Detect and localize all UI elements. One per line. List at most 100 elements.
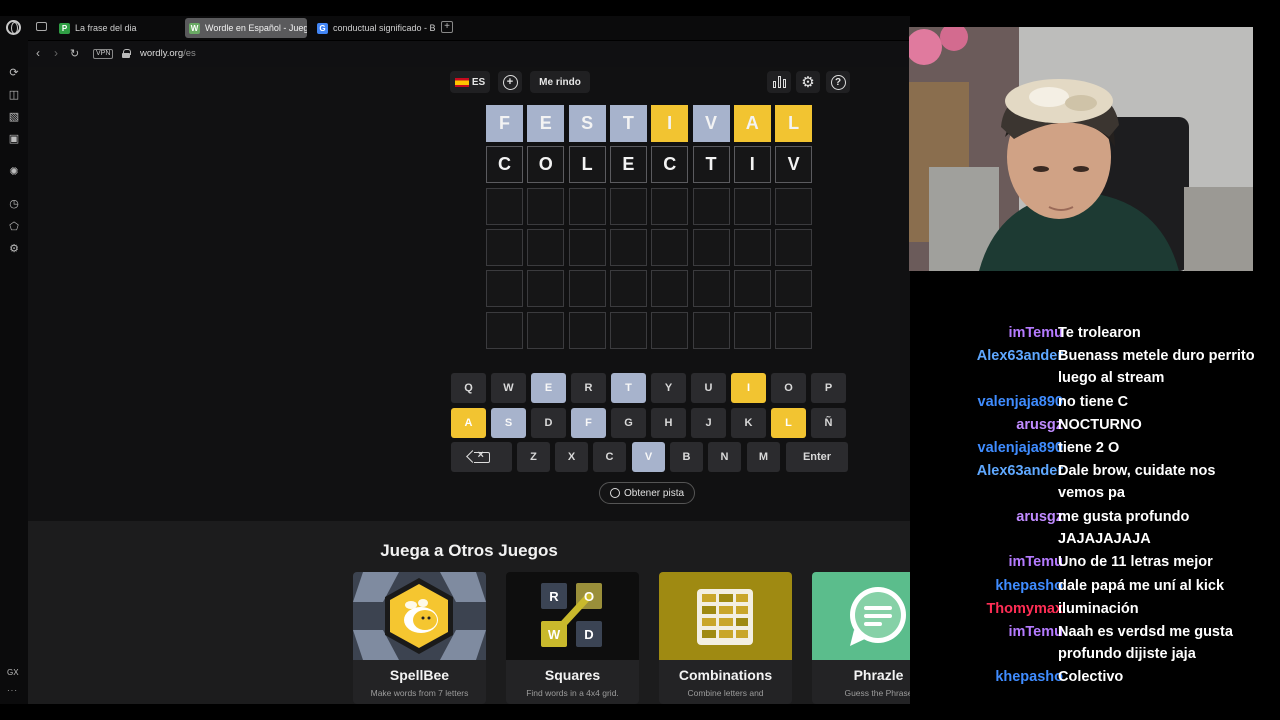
chat-username[interactable]: arusgz	[1016, 506, 1063, 528]
key-z[interactable]: Z	[517, 442, 550, 472]
key-t[interactable]: T	[611, 373, 646, 403]
key-i[interactable]: I	[731, 373, 766, 403]
chat-username[interactable]: khepasho	[995, 575, 1063, 597]
key-l[interactable]: L	[771, 408, 806, 438]
url-field[interactable]: wordly.org/es	[140, 48, 196, 59]
key-y[interactable]: Y	[651, 373, 686, 403]
key-b[interactable]: B	[670, 442, 703, 472]
squares-letter: R	[549, 589, 559, 604]
key-c[interactable]: C	[593, 442, 626, 472]
key-ñ[interactable]: Ñ	[811, 408, 846, 438]
enter-key[interactable]: Enter	[786, 442, 848, 472]
language-selector[interactable]: ES	[450, 71, 490, 93]
key-x[interactable]: X	[555, 442, 588, 472]
opera-gx-logo-icon[interactable]	[6, 20, 21, 35]
key-q[interactable]: Q	[451, 373, 486, 403]
chat-username[interactable]: khepasho	[995, 666, 1063, 688]
chat-username[interactable]: Alex63ander	[977, 460, 1063, 482]
give-up-button[interactable]: Me rindo	[530, 71, 590, 93]
webcam-feed	[909, 27, 1253, 271]
game-card-desc: Combine letters and	[687, 688, 764, 698]
board-tile: L	[775, 105, 813, 142]
settings-icon: ⚙	[801, 74, 815, 91]
back-icon[interactable]: ‹	[36, 46, 40, 60]
game-card-spellbee[interactable]: SpellBee Make words from 7 letters	[353, 572, 486, 704]
forward-icon[interactable]: ›	[54, 46, 58, 60]
key-m[interactable]: M	[747, 442, 780, 472]
add-game-button[interactable]: +	[498, 71, 522, 93]
key-h[interactable]: H	[651, 408, 686, 438]
bag-icon[interactable]: ◫	[8, 89, 20, 101]
twitch-icon[interactable]: ▧	[8, 111, 20, 123]
chat-text: tiene 2 O	[1058, 440, 1120, 457]
chat-text: Naah es verdsd me gusta profundo dijiste…	[1058, 623, 1233, 662]
reload-icon[interactable]: ↻	[70, 47, 79, 60]
hint-label: Obtener pista	[624, 487, 685, 499]
key-s[interactable]: S	[491, 408, 526, 438]
key-u[interactable]: U	[691, 373, 726, 403]
key-a[interactable]: A	[451, 408, 486, 438]
backspace-key[interactable]	[451, 442, 512, 472]
game-card-combinations[interactable]: Combinations Combine letters and	[659, 572, 792, 704]
browser-tab[interactable]: W Wordle en Español - Jueg	[185, 18, 307, 38]
board-tile	[527, 187, 565, 225]
game-card-phrazle[interactable]: Phrazle Guess the Phrase	[812, 572, 910, 704]
board-tile: T	[609, 105, 647, 142]
stats-button[interactable]	[767, 71, 791, 93]
key-e[interactable]: E	[531, 373, 566, 403]
board-tile	[651, 311, 689, 349]
board-tile	[733, 228, 771, 266]
browser-tab[interactable]: P La frase del dia	[55, 18, 177, 38]
key-n[interactable]: N	[708, 442, 741, 472]
refresh-sidebar-icon[interactable]: ⟳	[8, 67, 20, 79]
key-d[interactable]: D	[531, 408, 566, 438]
chat-username[interactable]: valenjaja890	[978, 437, 1063, 459]
tab-switcher-icon[interactable]	[36, 22, 47, 31]
key-f[interactable]: F	[571, 408, 606, 438]
key-k[interactable]: K	[731, 408, 766, 438]
key-w[interactable]: W	[491, 373, 526, 403]
game-card-name: SpellBee	[389, 667, 450, 683]
chat-username[interactable]: imTemu	[1008, 551, 1063, 573]
board-tile: I	[651, 105, 689, 142]
browser-tab[interactable]: Gconductual significado - B	[313, 18, 435, 38]
chat-text: Buenass metele duro perrito luego al str…	[1058, 348, 1255, 387]
board-tile: F	[486, 105, 523, 142]
history-icon[interactable]: ◷	[8, 198, 20, 210]
chat-username[interactable]: Alex63ander	[977, 345, 1063, 367]
key-r[interactable]: R	[571, 373, 606, 403]
board-tile: S	[568, 105, 606, 142]
gx-label[interactable]: GX	[7, 668, 19, 677]
game-card-squares[interactable]: R O W D Squares Find words in a 4x4 grid…	[506, 572, 639, 704]
chat-username[interactable]: Thomymax	[986, 598, 1063, 620]
board-tile	[775, 311, 813, 349]
board-tile	[775, 228, 813, 266]
lock-icon[interactable]	[122, 49, 131, 58]
chat-username[interactable]: arusgz	[1016, 414, 1063, 436]
other-games-title: Juega a Otros Juegos	[380, 541, 558, 560]
key-v[interactable]: V	[632, 442, 665, 472]
page-viewport: ES + Me rindo ⚙ ? FESTIVALCOLECTIV QWERT…	[28, 67, 910, 704]
settings-sidebar-icon[interactable]: ⚙	[8, 243, 20, 255]
chat-text: me gusta profundo JAJAJAJAJA	[1058, 508, 1190, 547]
game-card-name: Squares	[544, 667, 601, 683]
hint-button[interactable]: Obtener pista	[599, 482, 696, 504]
board-tile: O	[527, 146, 565, 184]
messenger-icon[interactable]: ▣	[8, 133, 20, 145]
more-icon[interactable]: ···	[7, 686, 18, 695]
settings-button[interactable]: ⚙	[796, 71, 820, 93]
chat-text: Dale brow, cuidate nos vemos pa	[1058, 463, 1216, 502]
game-card-image: R O W D	[506, 572, 639, 660]
key-j[interactable]: J	[691, 408, 726, 438]
chat-username[interactable]: imTemu	[1008, 322, 1063, 344]
key-p[interactable]: P	[811, 373, 846, 403]
new-tab-button[interactable]: +	[441, 21, 453, 33]
key-o[interactable]: O	[771, 373, 806, 403]
help-button[interactable]: ?	[826, 71, 850, 93]
vpn-badge[interactable]: VPN	[93, 49, 114, 59]
ai-icon[interactable]: ✺	[8, 166, 20, 178]
extensions-icon[interactable]: ⬠	[8, 221, 20, 233]
key-g[interactable]: G	[611, 408, 646, 438]
chat-username[interactable]: imTemu	[1008, 621, 1063, 643]
chat-username[interactable]: valenjaja890	[978, 391, 1063, 413]
